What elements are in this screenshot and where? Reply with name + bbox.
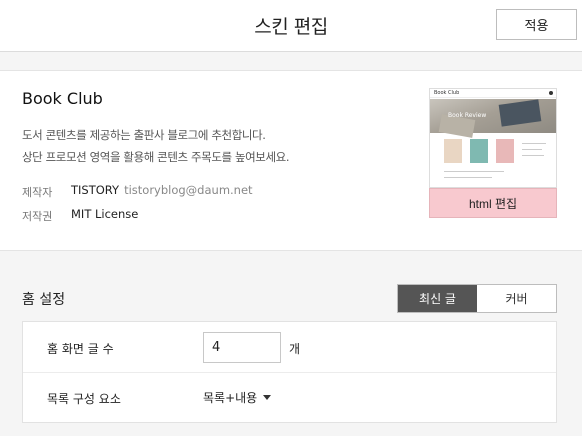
tab-cover[interactable]: 커버 — [477, 285, 556, 312]
skin-info-panel: Book Club 도서 콘텐츠를 제공하는 출판사 블로그에 추천합니다. 상… — [0, 70, 582, 251]
thumbnail-card — [444, 139, 462, 163]
thumbnail-card — [496, 139, 514, 163]
thumbnail-logo: Book Club — [434, 90, 460, 96]
skin-description-line1: 도서 콘텐츠를 제공하는 출판사 블로그에 추천합니다. — [22, 128, 266, 142]
skin-preview-thumbnail: Book Club Book Review — [429, 88, 557, 188]
skin-name: Book Club — [22, 89, 103, 108]
tab-latest-posts[interactable]: 최신 글 — [398, 285, 477, 312]
maker-value: TISTORY tistoryblog@daum.net — [71, 183, 253, 197]
list-config-label: 목록 구성 요소 — [47, 392, 121, 406]
thumbnail-book-image — [498, 99, 542, 127]
home-mode-tabs: 최신 글 커버 — [397, 284, 557, 313]
thumbnail-topbar: Book Club — [430, 89, 556, 98]
divider — [23, 372, 556, 373]
list-config-value: 목록+내용 — [203, 391, 258, 405]
thumbnail-text-line — [444, 171, 504, 172]
license-label: 저작권 — [22, 210, 53, 223]
post-count-input[interactable] — [203, 332, 281, 363]
post-count-unit: 개 — [289, 342, 301, 356]
thumbnail-text-line — [522, 155, 544, 156]
header: 스킨 편집 적용 — [0, 0, 582, 52]
chevron-down-icon — [263, 395, 272, 400]
html-edit-button[interactable]: html 편집 — [429, 188, 557, 218]
post-count-label: 홈 화면 글 수 — [47, 342, 114, 356]
thumbnail-menu-icon — [549, 91, 553, 95]
apply-button[interactable]: 적용 — [496, 9, 577, 40]
home-settings-panel: 홈 화면 글 수 개 목록 구성 요소 목록+내용 — [22, 321, 557, 423]
page-title: 스킨 편집 — [254, 16, 328, 38]
thumbnail-hero: Book Review — [430, 99, 556, 138]
maker-label: 제작자 — [22, 186, 53, 199]
license-value: MIT License — [71, 207, 139, 221]
home-settings-title: 홈 설정 — [22, 292, 66, 308]
thumbnail-card — [470, 139, 488, 163]
thumbnail-text-line — [444, 177, 492, 178]
maker-name: TISTORY — [71, 183, 120, 197]
list-config-select[interactable]: 목록+내용 — [203, 389, 272, 406]
thumbnail-text-line — [522, 143, 546, 144]
thumbnail-text-line — [522, 149, 542, 150]
thumbnail-hero-text: Book Review — [448, 112, 487, 119]
skin-description-line2: 상단 프로모션 영역을 활용해 콘텐츠 주목도를 높여보세요. — [22, 150, 290, 164]
maker-email: tistoryblog@daum.net — [124, 183, 253, 197]
